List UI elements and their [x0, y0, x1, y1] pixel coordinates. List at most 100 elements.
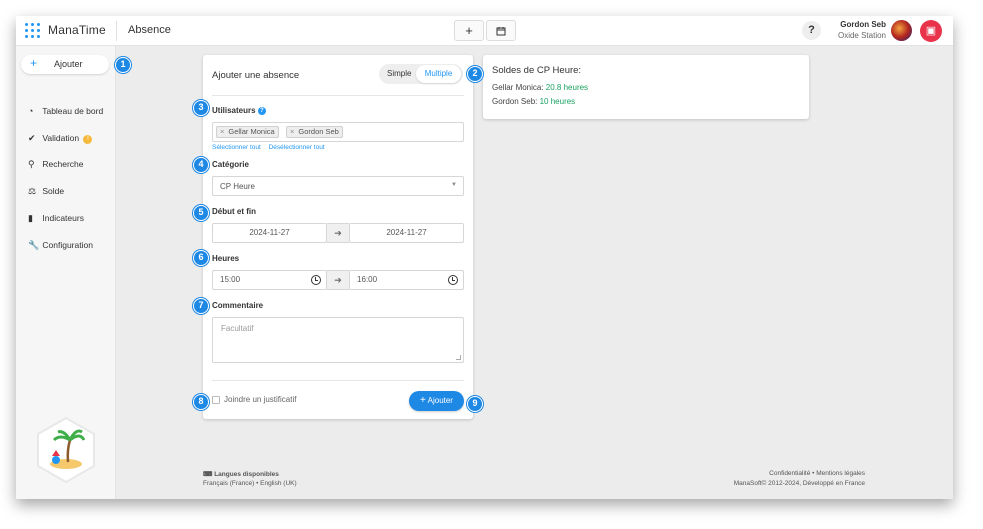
step-marker-7: 7 — [193, 298, 209, 314]
sidebar-item-tableau-de-bord[interactable]: ◔ Tableau de bord — [28, 104, 103, 118]
users-label-text: Utilisateurs — [212, 106, 256, 115]
balance-user: Gellar Monica: — [492, 83, 546, 92]
pie-chart-icon: ◔ — [28, 106, 34, 116]
user-chip[interactable]: × Gellar Monica — [216, 126, 279, 138]
apps-grid-icon[interactable] — [25, 23, 41, 39]
remove-icon[interactable]: × — [290, 127, 294, 136]
calendar-button[interactable] — [486, 20, 516, 41]
balance-value: 10 heures — [539, 97, 576, 106]
scale-icon: ⚖ — [28, 186, 37, 196]
submit-add-button[interactable]: + Ajouter — [409, 391, 464, 411]
hours-label: Heures — [212, 254, 240, 263]
comment-textarea[interactable]: Facultatif — [212, 317, 464, 363]
comment-label: Commentaire — [212, 301, 264, 310]
sidebar: + Ajouter ◔ Tableau de bord ✔ Validation… — [16, 46, 116, 499]
legal-links[interactable]: Confidentialité • Mentions légales — [769, 470, 865, 477]
resize-handle[interactable] — [456, 355, 461, 360]
sidebar-item-label: Tableau de bord — [42, 106, 104, 116]
app-window: ManaTime Absence + ? Gordon Seb Oxide St… — [16, 16, 953, 499]
sidebar-item-indicateurs[interactable]: ▮ Indicateurs — [28, 211, 84, 225]
deselect-all-link[interactable]: Désélectionner tout — [269, 144, 325, 151]
mode-multiple-tab[interactable]: Multiple — [416, 65, 461, 83]
start-date-input[interactable]: 2024-11-27 — [212, 223, 327, 243]
select-all-link[interactable]: Sélectionner tout — [212, 144, 261, 151]
attach-checkbox[interactable] — [212, 396, 220, 404]
attach-label[interactable]: Joindre un justificatif — [224, 395, 296, 404]
user-chip[interactable]: × Gordon Seb — [286, 126, 343, 138]
balance-row: Gordon Seb: 10 heures — [492, 97, 575, 106]
balance-title: Soldes de CP Heure: — [492, 65, 582, 76]
sidebar-item-solde[interactable]: ⚖ Solde — [28, 184, 64, 198]
plus-icon: + — [420, 395, 426, 406]
user-chip-label: Gellar Monica — [228, 127, 275, 136]
comment-placeholder: Facultatif — [221, 324, 254, 333]
calendar-icon — [496, 27, 506, 36]
users-label: Utilisateurs ? — [212, 106, 266, 115]
sidebar-item-label: Recherche — [42, 159, 84, 169]
help-icon[interactable]: ? — [257, 107, 266, 115]
bar-chart-icon: ▮ — [28, 213, 33, 223]
mode-simple-tab[interactable]: Simple — [387, 69, 411, 78]
add-absence-form: Ajouter une absence Simple Multiple Util… — [203, 55, 473, 419]
dates-label: Début et fin — [212, 207, 256, 216]
check-icon: ✔ — [28, 133, 36, 143]
sidebar-item-label: Indicateurs — [42, 213, 84, 223]
sidebar-item-validation[interactable]: ✔ Validation ! — [28, 131, 93, 145]
help-button[interactable]: ? — [802, 21, 821, 40]
end-hour-input[interactable]: 16:00 — [349, 270, 464, 290]
balance-card: Soldes de CP Heure: Gellar Monica: 20.8 … — [483, 55, 809, 119]
sidebar-item-label: Configuration — [42, 240, 93, 250]
add-absence-button[interactable]: + Ajouter — [21, 55, 109, 74]
clock-icon[interactable] — [311, 275, 321, 285]
plus-icon: + — [30, 56, 38, 70]
sidebar-item-label: Validation — [42, 133, 80, 143]
palm-island-illustration — [37, 416, 95, 484]
step-marker-1: 1 — [115, 57, 131, 73]
user-chip-label: Gordon Seb — [298, 127, 339, 136]
step-marker-2: 2 — [467, 66, 483, 82]
top-bar: ManaTime Absence + ? Gordon Seb Oxide St… — [16, 16, 953, 46]
sidebar-item-label: Solde — [42, 186, 65, 196]
lock-icon: ▣ — [925, 25, 937, 37]
plus-icon: + — [465, 23, 473, 38]
sidebar-item-configuration[interactable]: 🔧 Configuration — [28, 238, 93, 252]
divider — [212, 95, 464, 96]
user-organization: Oxide Station — [837, 31, 886, 40]
category-select[interactable]: CP Heure ▼ — [212, 176, 464, 196]
users-multiselect[interactable]: × Gellar Monica × Gordon Seb — [212, 122, 464, 142]
logout-button[interactable]: ▣ — [920, 20, 942, 42]
remove-icon[interactable]: × — [220, 127, 224, 136]
step-marker-5: 5 — [193, 205, 209, 221]
divider — [212, 380, 464, 381]
clock-icon[interactable] — [448, 275, 458, 285]
search-icon: ⚲ — [28, 159, 35, 169]
keyboard-icon: ⌨ — [203, 471, 213, 478]
step-marker-9: 9 — [467, 396, 483, 412]
validation-badge: ! — [83, 135, 93, 144]
balance-value: 20.8 heures — [545, 83, 589, 92]
mode-toggle: Simple Multiple — [379, 64, 463, 84]
avatar[interactable] — [891, 20, 912, 41]
quick-add-button[interactable]: + — [454, 20, 484, 41]
user-name: Gordon Seb — [840, 20, 886, 29]
start-hour-input[interactable]: 15:00 — [212, 270, 327, 290]
step-marker-8: 8 — [193, 394, 209, 410]
add-absence-label: Ajouter — [54, 59, 83, 69]
step-marker-4: 4 — [193, 157, 209, 173]
end-hour-value: 16:00 — [357, 275, 378, 284]
arrow-right-icon: ➔ — [327, 223, 349, 243]
balance-user: Gordon Seb: — [492, 97, 540, 106]
wrench-icon: 🔧 — [28, 240, 40, 250]
selection-links: Sélectionner tout Désélectionner tout — [212, 144, 325, 151]
category-label: Catégorie — [212, 160, 249, 169]
start-hour-value: 15:00 — [220, 275, 241, 284]
step-marker-6: 6 — [193, 250, 209, 266]
language-links[interactable]: Français (France) • English (UK) — [203, 480, 297, 487]
sidebar-item-recherche[interactable]: ⚲ Recherche — [28, 157, 83, 171]
divider — [116, 21, 117, 41]
brand-name: ManaTime — [48, 23, 106, 37]
end-date-input[interactable]: 2024-11-27 — [349, 223, 464, 243]
balance-row: Gellar Monica: 20.8 heures — [492, 83, 588, 92]
step-marker-3: 3 — [193, 100, 209, 116]
page-title: Absence — [128, 24, 171, 36]
